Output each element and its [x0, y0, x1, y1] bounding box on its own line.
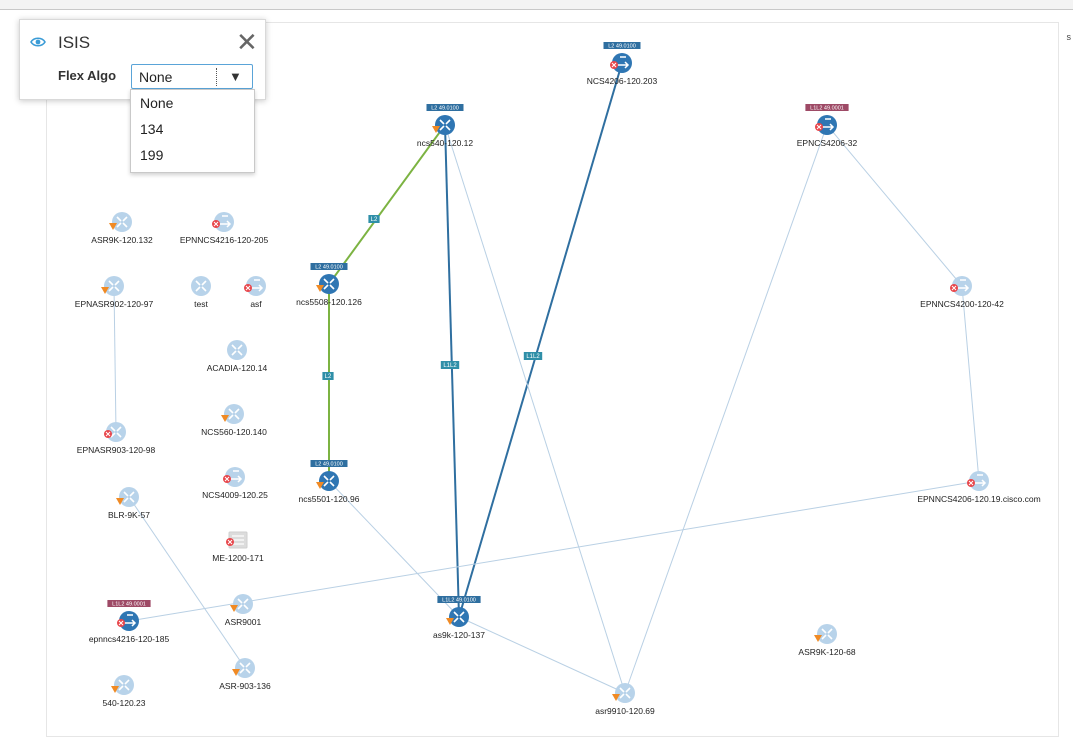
- flex-algo-label: Flex Algo: [58, 68, 117, 83]
- close-icon[interactable]: ✕: [236, 29, 258, 55]
- flex-algo-option-134[interactable]: 134: [131, 116, 254, 142]
- isis-level-badge-text: L1L2 49.0001: [112, 602, 146, 608]
- device-node[interactable]: L2 49.0100 ncs5501-120.96: [299, 460, 360, 504]
- router-icon: [119, 487, 139, 507]
- link-11[interactable]: [128, 480, 980, 622]
- device-label: ncs540-120.12: [417, 138, 474, 148]
- link-1[interactable]: [328, 124, 446, 285]
- device-label: ASR9K-120.132: [91, 235, 153, 245]
- router-icon: [224, 404, 244, 424]
- chevron-down-icon[interactable]: ▼: [229, 69, 242, 84]
- device-label: EPNNCS4200-120-42: [920, 299, 1004, 309]
- link-10[interactable]: [961, 285, 980, 482]
- device-node[interactable]: ME-1200-171: [212, 531, 264, 563]
- device-node[interactable]: L2 49.0100 ncs540-120.12: [417, 104, 474, 148]
- isis-level-badge-text: L2 49.0100: [315, 462, 343, 468]
- isis-level-badge-text: L2 49.0100: [315, 265, 343, 271]
- device-node[interactable]: NCS4009-120.25: [202, 467, 268, 500]
- router-icon: [235, 658, 255, 678]
- device-node[interactable]: L1L2 49.0100 as9k-120-137: [433, 596, 485, 640]
- device-label: as9k-120-137: [433, 630, 485, 640]
- link-label: L1L2: [526, 354, 540, 360]
- device-node[interactable]: EPNASR903-120-98: [77, 422, 156, 455]
- router-icon: [319, 471, 339, 491]
- device-label: NCS4009-120.25: [202, 490, 268, 500]
- panel-title: ISIS: [58, 33, 91, 52]
- eye-icon[interactable]: [30, 36, 46, 48]
- device-node[interactable]: ASR9K-120.132: [91, 212, 153, 245]
- isis-filter-panel: ISIS ✕ Flex Algo None ▼: [19, 19, 266, 100]
- link-label: L2: [325, 374, 332, 380]
- flex-algo-option-none[interactable]: None: [131, 90, 254, 116]
- device-node[interactable]: asr9910-120.69: [595, 683, 655, 716]
- flex-algo-dropdown-list: None 134 199: [130, 89, 255, 173]
- router-icon: [114, 675, 134, 695]
- link-3[interactable]: [444, 124, 460, 618]
- device-node[interactable]: ASR9001: [225, 594, 262, 627]
- device-label: EPNCS4206-32: [797, 138, 858, 148]
- device-label: ACADIA-120.14: [207, 363, 268, 373]
- router-icon: [435, 115, 455, 135]
- device-label: ncs5501-120.96: [299, 494, 360, 504]
- device-label: NCS560-120.140: [201, 427, 267, 437]
- isis-level-badge-text: L2 49.0100: [608, 44, 636, 50]
- device-node[interactable]: EPNASR902-120-97: [75, 276, 154, 309]
- device-label: EPNNCS4216-120-205: [180, 235, 269, 245]
- device-label: 540-120.23: [102, 698, 145, 708]
- router-icon: [233, 594, 253, 614]
- device-node[interactable]: ASR-903-136: [219, 658, 271, 691]
- device-node[interactable]: ASR9K-120-68: [798, 624, 856, 657]
- device-label: EPNNCS4206-120.19.cisco.com: [917, 494, 1040, 504]
- device-node[interactable]: 540-120.23: [102, 675, 146, 708]
- device-node[interactable]: ACADIA-120.14: [207, 340, 268, 373]
- router-icon: [227, 340, 247, 360]
- device-label: NCS4206-120.203: [587, 76, 658, 86]
- flex-algo-selected-value: None: [139, 69, 173, 85]
- router-icon: [319, 274, 339, 294]
- device-label: ASR-903-136: [219, 681, 271, 691]
- device-label: ASR9001: [225, 617, 262, 627]
- device-label: EPNASR903-120-98: [77, 445, 156, 455]
- device-label: ASR9K-120-68: [798, 647, 855, 657]
- device-label: epnncs4216-120-185: [89, 634, 170, 644]
- link-label: L2: [371, 217, 378, 223]
- device-label: asf: [250, 299, 262, 309]
- link-4[interactable]: [458, 62, 623, 618]
- link-label: L1L2: [443, 363, 457, 369]
- device-label: test: [194, 299, 208, 309]
- device-label: EPNASR902-120-97: [75, 299, 154, 309]
- device-label: ncs5508-120.126: [296, 297, 362, 307]
- router-icon: [104, 276, 124, 296]
- isis-level-badge-text: L1L2 49.0100: [442, 598, 476, 604]
- flex-algo-select[interactable]: None ▼: [131, 64, 253, 89]
- device-label: BLR-9K-57: [108, 510, 150, 520]
- device-node[interactable]: L1L2 49.0001 epnncs4216-120-185: [89, 600, 170, 644]
- router-icon: [449, 607, 469, 627]
- device-node[interactable]: L2 49.0100 ncs5508-120.126: [296, 263, 362, 307]
- device-node[interactable]: EPNNCS4200-120-42: [920, 276, 1004, 309]
- router-icon: [112, 212, 132, 232]
- link-9[interactable]: [826, 124, 963, 287]
- device-node[interactable]: L2 49.0100 NCS4206-120.203: [587, 42, 658, 86]
- device-node[interactable]: EPNNCS4206-120.19.cisco.com: [917, 471, 1041, 504]
- router-icon: [817, 624, 837, 644]
- select-divider: [216, 68, 217, 86]
- link-5[interactable]: [444, 124, 626, 694]
- device-node[interactable]: L1L2 49.0001 EPNCS4206-32: [797, 104, 858, 148]
- device-label: ME-1200-171: [212, 553, 264, 563]
- device-node[interactable]: NCS560-120.140: [201, 404, 267, 437]
- router-icon: [191, 276, 211, 296]
- device-node[interactable]: asf: [244, 276, 266, 309]
- device-node[interactable]: EPNNCS4216-120-205: [180, 212, 269, 245]
- device-node[interactable]: BLR-9K-57: [108, 487, 150, 520]
- device-node[interactable]: test: [191, 276, 211, 309]
- side-edge-text: s: [1066, 32, 1072, 42]
- flex-algo-option-199[interactable]: 199: [131, 142, 254, 168]
- link-7[interactable]: [458, 616, 626, 694]
- isis-level-badge-text: L2 49.0100: [431, 106, 459, 112]
- link-8[interactable]: [624, 124, 828, 694]
- isis-level-badge-text: L1L2 49.0001: [810, 106, 844, 112]
- router-icon: [615, 683, 635, 703]
- device-label: asr9910-120.69: [595, 706, 655, 716]
